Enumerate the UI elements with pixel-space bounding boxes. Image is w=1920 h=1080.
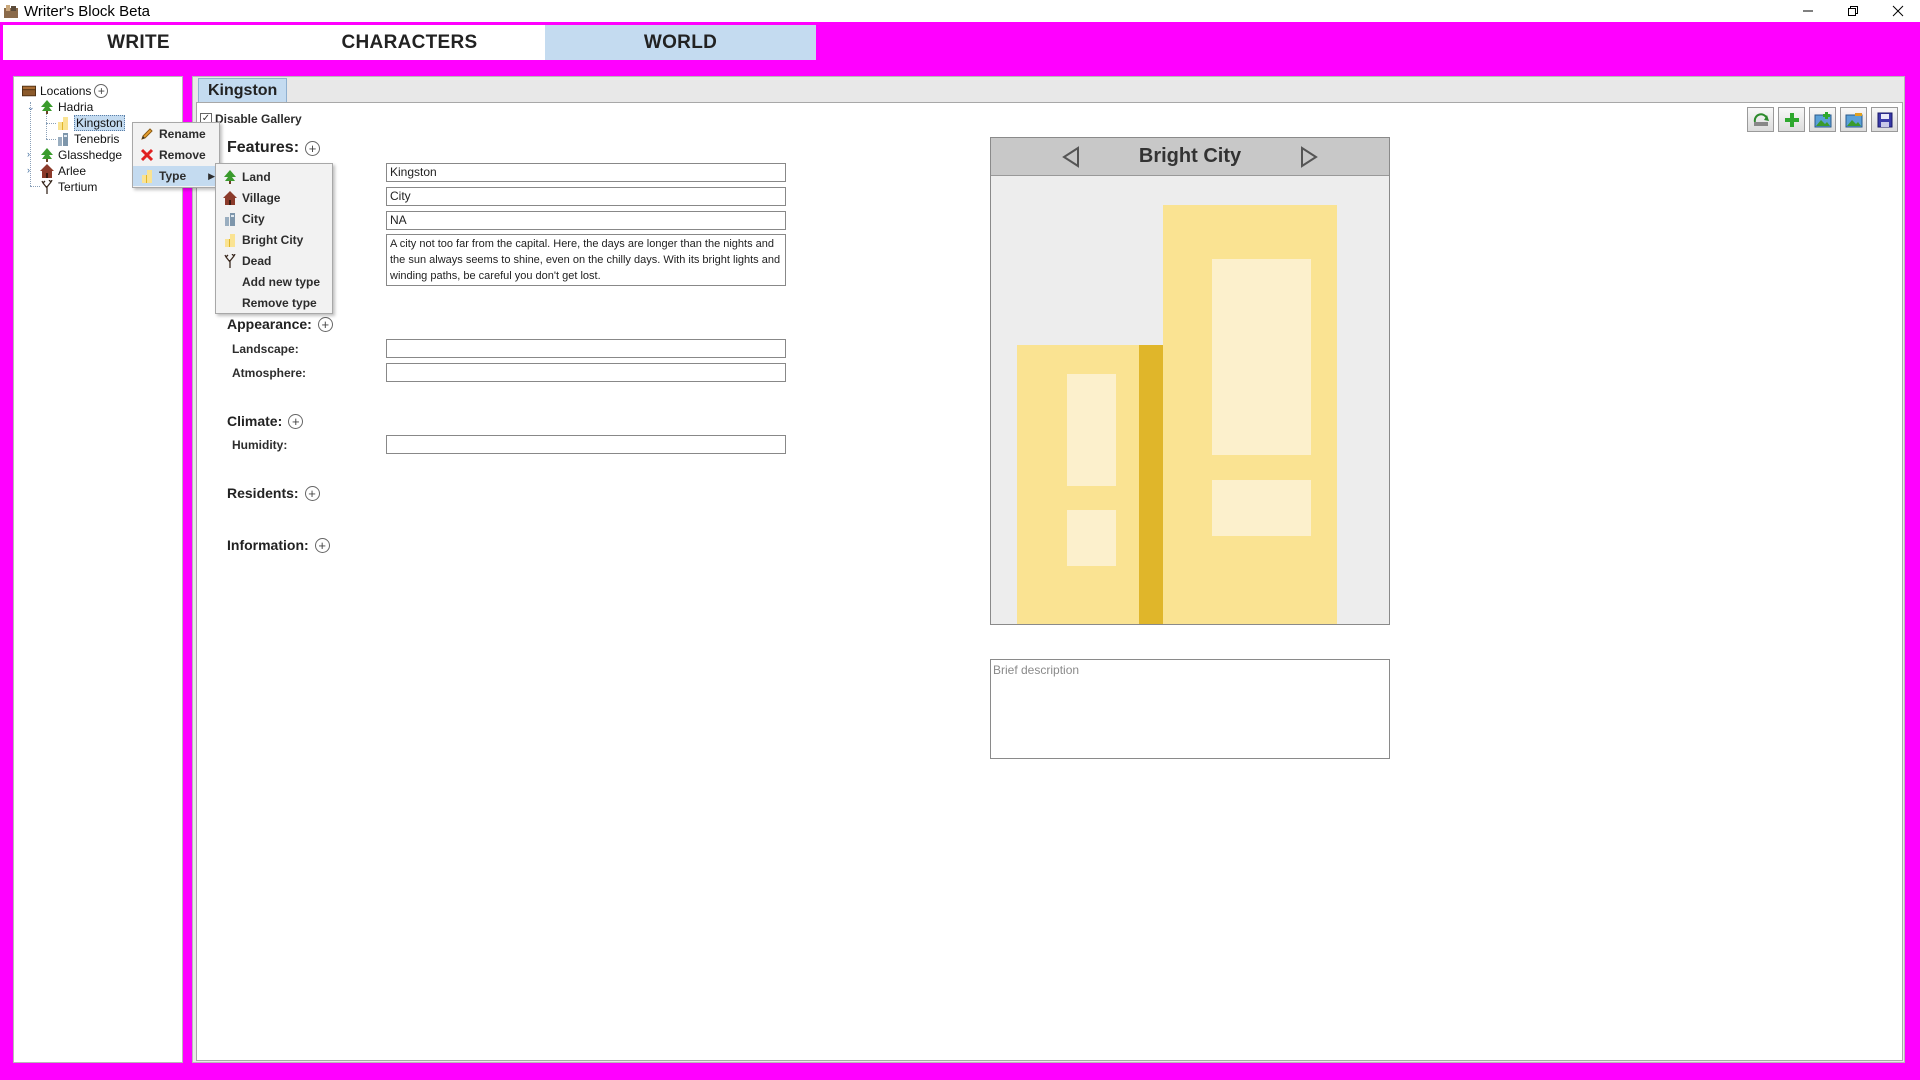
add-information-icon[interactable]: + [314, 537, 330, 553]
save-icon [1877, 112, 1892, 127]
minimize-icon [1802, 10, 1813, 12]
image-add-icon [1814, 111, 1831, 127]
arrow-left-icon [1062, 146, 1079, 168]
add-feature-icon[interactable]: + [305, 140, 321, 156]
save-button[interactable] [1871, 107, 1898, 132]
type-submenu: Land Village City Bright City Dead Add n… [215, 163, 333, 314]
type-option-land[interactable]: Land [216, 167, 332, 187]
expand-toggle-glasshedge[interactable]: › [27, 149, 30, 159]
tab-kingston[interactable]: Kingston [198, 78, 287, 102]
brief-description-field[interactable]: Brief description [990, 659, 1390, 759]
tree-item-glasshedge[interactable]: Glasshedge [40, 147, 122, 163]
tree-item-tertium[interactable]: Tertium [40, 179, 97, 195]
city-icon [56, 132, 70, 146]
tree-item-hadria[interactable]: Hadria [40, 99, 93, 115]
atmosphere-field[interactable] [386, 363, 786, 382]
residents-header: Residents: + [227, 485, 320, 501]
title-bar: Writer's Block Beta [0, 0, 1920, 22]
type-option-remove[interactable]: Remove type [216, 293, 332, 313]
climate-header: Climate: + [227, 413, 304, 429]
gallery-prev-button[interactable] [1059, 145, 1083, 169]
add-location-icon[interactable]: + [94, 84, 109, 98]
add-image-button[interactable] [1809, 107, 1836, 132]
refresh-button[interactable] [1747, 107, 1774, 132]
location-tree-panel: ⌄ › › Locations + Hadria Kingston Tenebr… [13, 76, 183, 1063]
bright-city-icon [56, 116, 70, 130]
features-header: Features: + [227, 139, 321, 157]
expand-toggle-arlee[interactable]: › [27, 165, 30, 175]
type-option-dead[interactable]: Dead [216, 251, 332, 271]
tree-item-kingston[interactable]: Kingston [56, 115, 125, 131]
appearance-header: Appearance: + [227, 316, 333, 332]
tree-icon [40, 148, 54, 162]
description-field[interactable]: A city not too far from the capital. Her… [386, 234, 786, 286]
add-appearance-icon[interactable]: + [317, 316, 333, 332]
tab-write[interactable]: WRITE [3, 25, 274, 60]
dead-tree-icon [40, 180, 54, 194]
app-icon [3, 3, 19, 19]
humidity-label: Humidity: [232, 438, 288, 452]
type-option-bright-city[interactable]: Bright City [216, 230, 332, 250]
bright-city-icon [223, 233, 237, 247]
tab-characters[interactable]: CHARACTERS [274, 25, 545, 60]
landscape-field[interactable] [386, 339, 786, 358]
add-button[interactable] [1778, 107, 1805, 132]
x-icon [139, 147, 155, 163]
information-header: Information: + [227, 537, 330, 553]
edit-image-button[interactable] [1840, 107, 1867, 132]
atmosphere-label: Atmosphere: [232, 366, 307, 380]
gallery-next-button[interactable] [1297, 145, 1321, 169]
tree-icon [223, 170, 237, 184]
third-field[interactable]: NA [386, 211, 786, 230]
type-option-add-new[interactable]: Add new type [216, 272, 332, 292]
tree-root-label: Locations [40, 84, 92, 98]
add-climate-icon[interactable]: + [288, 413, 304, 429]
tree-item-tenebris[interactable]: Tenebris [56, 131, 119, 147]
context-menu: Rename Remove Type ▶ [132, 122, 220, 188]
image-gallery: Bright City [990, 137, 1390, 625]
name-field[interactable]: Kingston [386, 163, 786, 182]
gallery-header: Bright City [991, 138, 1389, 176]
disable-gallery-label: Disable Gallery [215, 112, 302, 126]
humidity-field[interactable] [386, 435, 786, 454]
type-option-city[interactable]: City [216, 209, 332, 229]
close-button[interactable] [1875, 0, 1920, 22]
menu-item-rename[interactable]: Rename [133, 124, 219, 144]
tree-icon [40, 100, 54, 114]
add-resident-icon[interactable]: + [304, 485, 320, 501]
submenu-arrow-icon: ▶ [208, 170, 215, 181]
tab-world[interactable]: WORLD [545, 25, 816, 60]
arrow-right-icon [1301, 146, 1318, 168]
close-icon [1892, 5, 1903, 17]
type-field[interactable]: City [386, 187, 786, 206]
house-icon [223, 191, 237, 205]
window-title: Writer's Block Beta [24, 2, 150, 20]
bright-city-icon [139, 168, 155, 184]
landscape-label: Landscape: [232, 342, 299, 356]
type-option-village[interactable]: Village [216, 188, 332, 208]
menu-item-remove[interactable]: Remove [133, 145, 219, 165]
tree-root-locations[interactable]: Locations + [22, 83, 109, 99]
restore-icon [1847, 6, 1858, 16]
pencil-icon [139, 126, 155, 142]
collapse-toggle-hadria[interactable]: ⌄ [27, 102, 35, 113]
gallery-title: Bright City [1138, 145, 1242, 167]
dead-tree-icon [223, 254, 237, 268]
tree-item-arlee[interactable]: Arlee [40, 163, 86, 179]
add-icon [1784, 112, 1799, 127]
menu-item-type[interactable]: Type ▶ [133, 166, 219, 186]
house-icon [40, 164, 54, 178]
main-tab-bar: WRITE CHARACTERS WORLD [0, 22, 1920, 62]
bright-city-illustration [991, 177, 1389, 624]
minimize-button[interactable] [1785, 0, 1830, 22]
image-edit-icon [1845, 112, 1862, 127]
city-icon [223, 212, 237, 226]
refresh-icon [1753, 112, 1769, 126]
restore-button[interactable] [1830, 0, 1875, 22]
chest-icon [22, 84, 36, 98]
